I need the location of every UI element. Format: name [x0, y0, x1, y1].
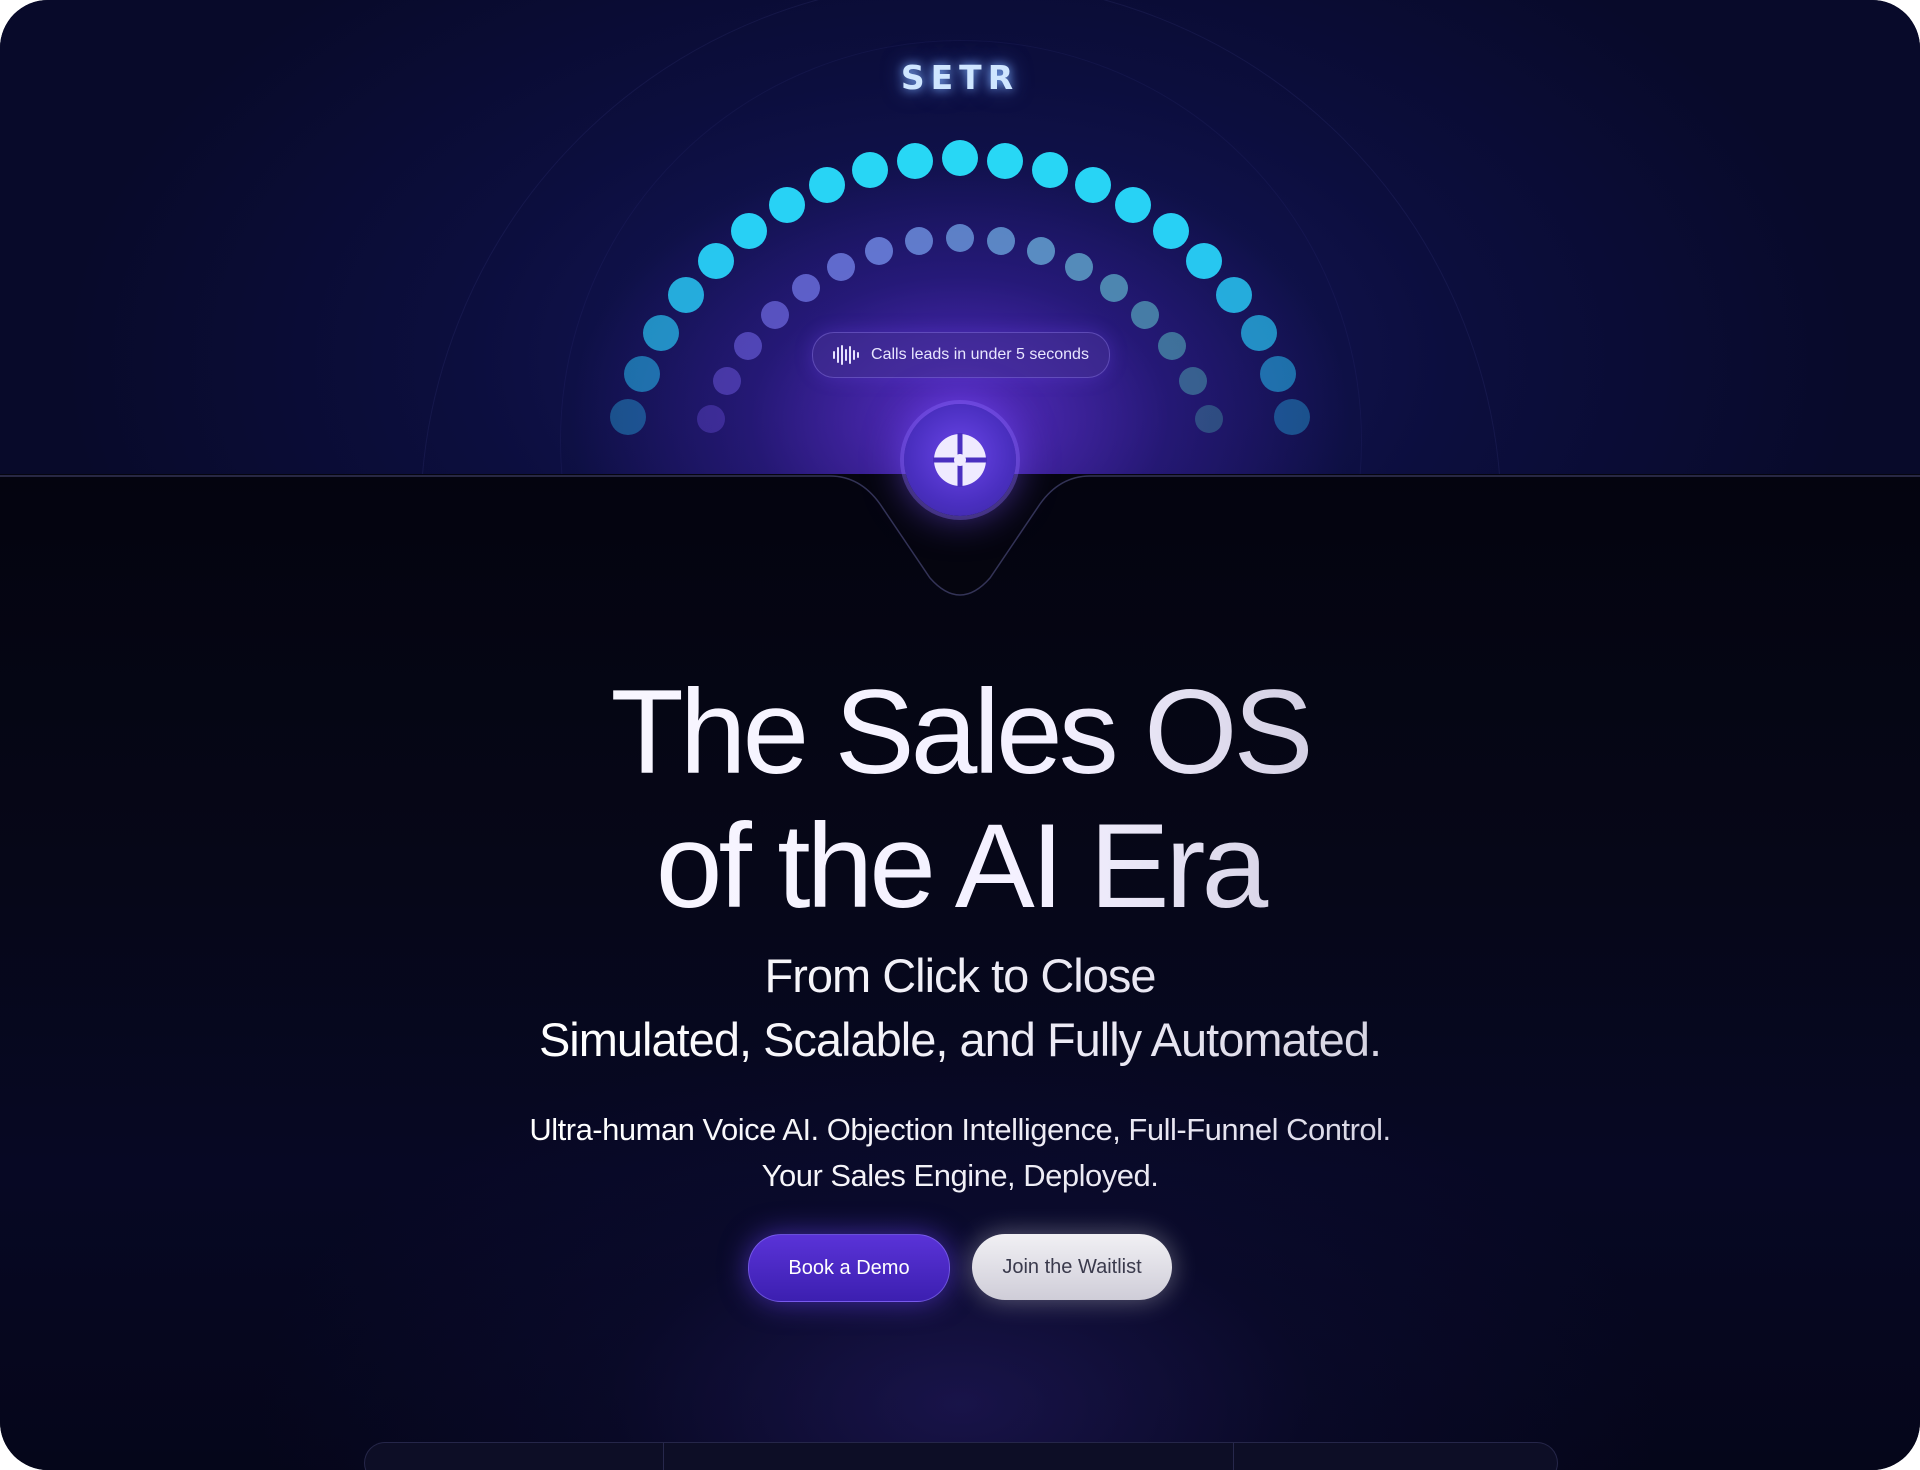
arc-dot: [1115, 187, 1152, 224]
center-orb-button[interactable]: [904, 404, 1016, 516]
join-waitlist-button[interactable]: Join the Waitlist: [972, 1234, 1172, 1300]
logo[interactable]: SETR: [0, 58, 1920, 97]
arc-dot: [1215, 277, 1252, 314]
arc-dot: [696, 405, 725, 434]
arc-dot: [697, 242, 734, 279]
arc-dot: [1064, 252, 1093, 281]
arc-dot: [865, 236, 894, 265]
arc-dot: [792, 274, 820, 303]
book-demo-button[interactable]: Book a Demo: [748, 1234, 950, 1302]
bottom-bar-divider: [663, 1443, 664, 1470]
arc-dot: [942, 140, 978, 176]
arc-dot: [1259, 356, 1296, 393]
arc-dot: [1026, 236, 1055, 265]
arc-dot: [1195, 405, 1224, 434]
arc-dot: [1186, 242, 1223, 279]
arc-dot: [1240, 315, 1277, 352]
crosshair-orb-icon: [933, 433, 987, 487]
arc-dot: [809, 166, 846, 203]
arc-dot: [712, 367, 741, 396]
bottom-bar: [364, 1442, 1558, 1470]
hero-badge: Calls leads in under 5 seconds: [812, 332, 1110, 378]
arc-dot: [1099, 274, 1128, 303]
arc-dot: [624, 356, 661, 393]
arc-dot: [827, 252, 856, 281]
arc-dot: [1031, 151, 1068, 188]
arc-dot: [946, 224, 974, 252]
arc-dot: [1074, 166, 1111, 203]
arc-dot: [1157, 332, 1186, 360]
soundwave-icon: [833, 345, 860, 365]
arc-dot: [768, 187, 805, 224]
page-frame: SETR Calls leads in under 5 seconds The …: [0, 0, 1920, 1470]
headline-line-2: of the AI Era: [0, 800, 1920, 932]
description-line-2: Your Sales Engine, Deployed.: [0, 1158, 1920, 1194]
arc-dot: [668, 277, 705, 314]
arc-dot: [734, 332, 763, 360]
arc-dot: [760, 300, 789, 329]
arc-dot: [987, 143, 1024, 179]
description-line-1: Ultra-human Voice AI. Objection Intellig…: [0, 1112, 1920, 1148]
hero-badge-text: Calls leads in under 5 seconds: [871, 346, 1089, 363]
arc-dot: [986, 227, 1015, 256]
bottom-bar-divider: [1233, 1443, 1234, 1470]
arc-dot: [731, 212, 768, 249]
arc-dot: [1131, 300, 1160, 329]
arc-dot: [1152, 212, 1189, 249]
arc-dot: [1273, 399, 1310, 436]
arc-dot: [896, 143, 933, 179]
subheadline-line-1: From Click to Close: [0, 948, 1920, 1003]
subheadline-line-2: Simulated, Scalable, and Fully Automated…: [0, 1012, 1920, 1067]
headline-line-1: The Sales OS: [0, 666, 1920, 798]
